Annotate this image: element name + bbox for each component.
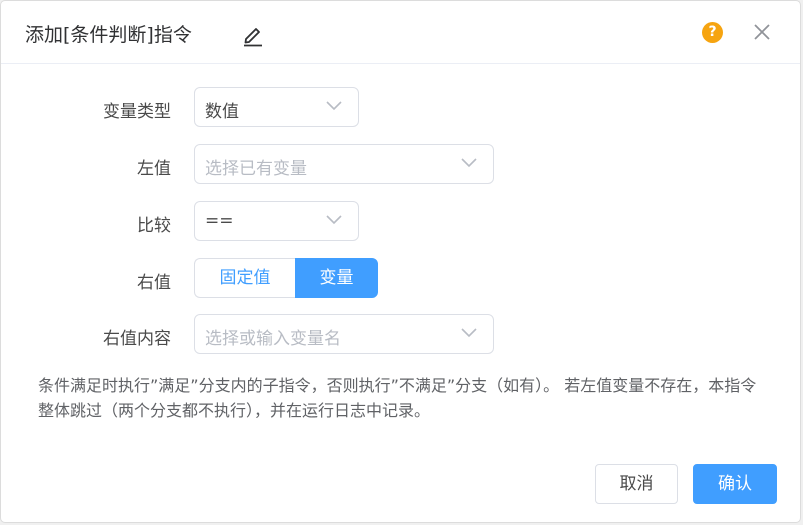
compare-value: == <box>205 211 234 231</box>
var-type-label: 变量类型 <box>103 102 171 122</box>
chevron-down-icon <box>461 158 477 168</box>
compare-select[interactable]: == <box>194 201 359 241</box>
right-content-select[interactable]: 选择或输入变量名 <box>194 314 494 354</box>
help-note: 条件满足时执行”满足”分支内的子指令，否则执行”不满足”分支（如有）。 若左值变… <box>38 376 757 420</box>
var-type-value: 数值 <box>205 102 239 122</box>
left-value-label: 左值 <box>137 159 171 179</box>
edit-pencil-icon[interactable] <box>242 23 264 47</box>
add-condition-dialog: 添加[条件判断]指令 ? 变量类型 数值 左值 选择已有变量 比较 == 右值 <box>1 1 800 522</box>
right-value-label: 右值 <box>137 273 171 293</box>
close-icon[interactable] <box>753 23 771 41</box>
cancel-button[interactable]: 取消 <box>595 464 678 504</box>
right-value-toggle: 固定值 变量 <box>194 258 378 298</box>
var-type-select[interactable]: 数值 <box>194 87 359 127</box>
fixed-value-option[interactable]: 固定值 <box>194 258 295 298</box>
right-content-placeholder: 选择或输入变量名 <box>205 329 341 349</box>
help-icon[interactable]: ? <box>702 22 723 43</box>
variable-option[interactable]: 变量 <box>295 258 378 298</box>
chevron-down-icon <box>326 215 342 225</box>
left-value-select[interactable]: 选择已有变量 <box>194 144 494 184</box>
confirm-button[interactable]: 确认 <box>693 464 777 504</box>
dialog-header: 添加[条件判断]指令 ? <box>1 1 800 64</box>
dialog-title: 添加[条件判断]指令 <box>25 24 192 46</box>
left-value-placeholder: 选择已有变量 <box>205 159 307 179</box>
chevron-down-icon <box>326 101 342 111</box>
compare-label: 比较 <box>137 216 171 236</box>
chevron-down-icon <box>461 328 477 338</box>
right-content-label: 右值内容 <box>103 329 171 349</box>
